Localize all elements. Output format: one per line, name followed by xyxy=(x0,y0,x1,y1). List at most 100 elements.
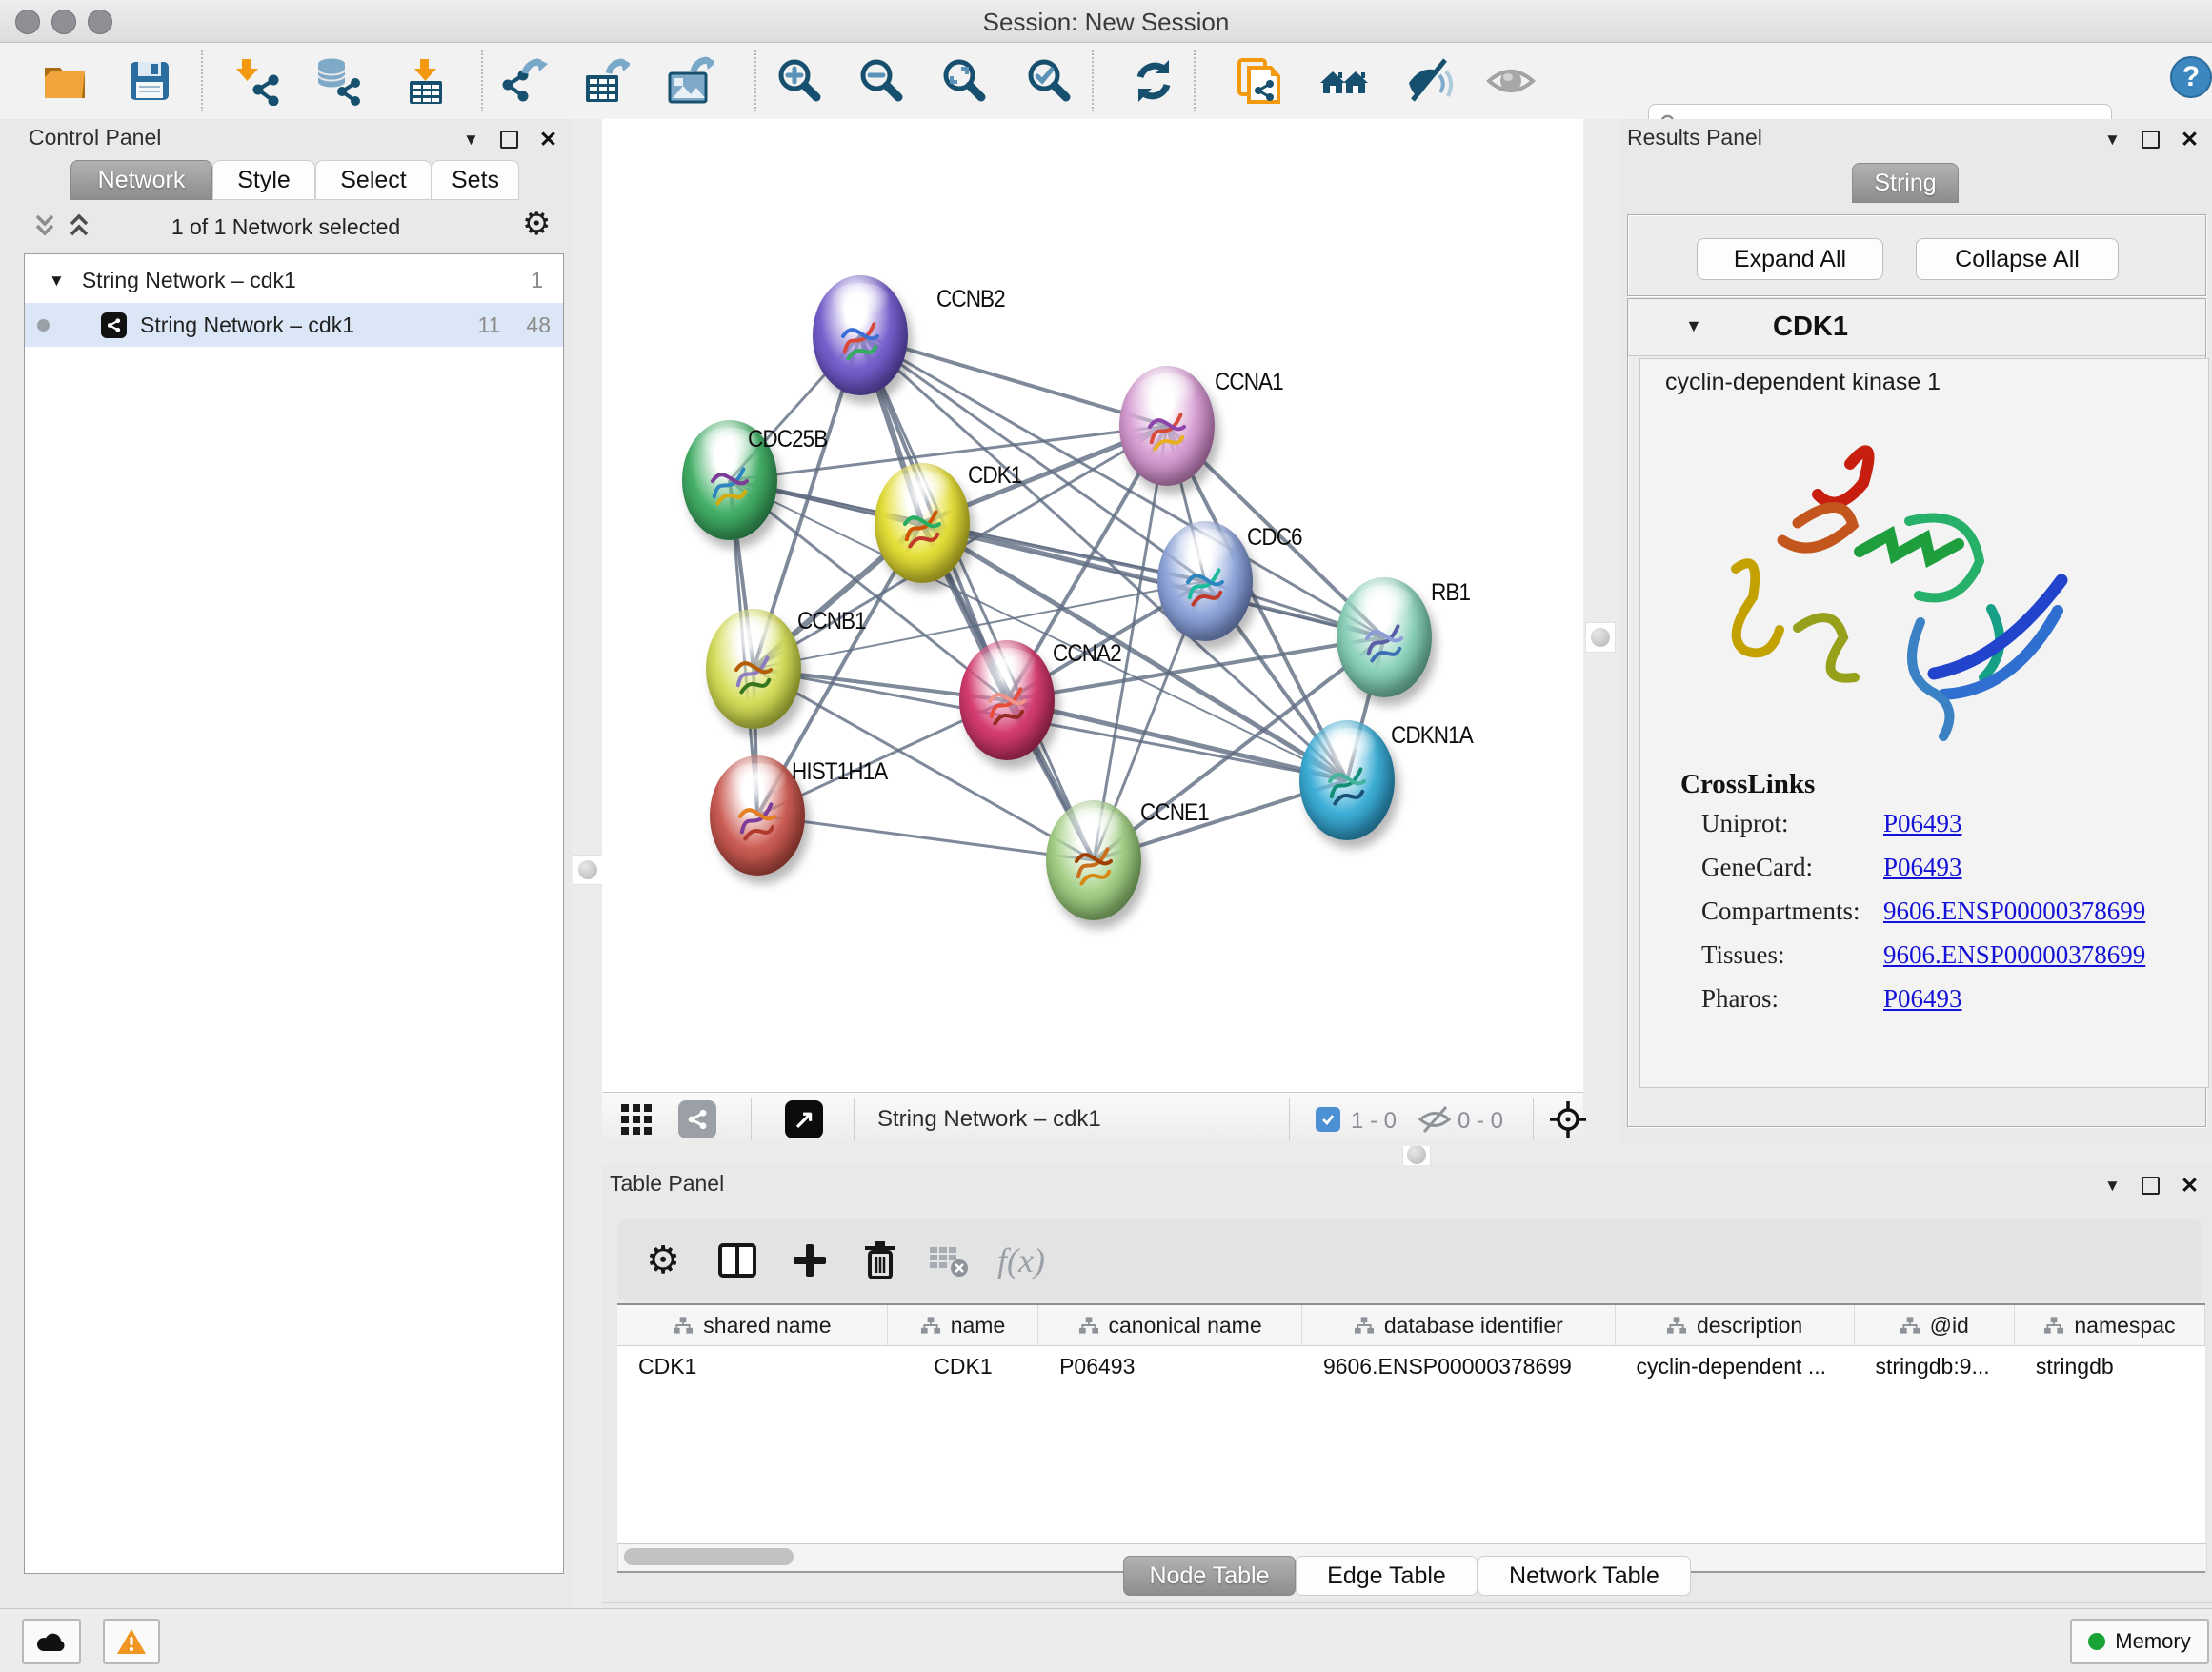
node-CDKN1A[interactable] xyxy=(1299,720,1395,840)
column-header-@id[interactable]: @id xyxy=(1855,1305,2015,1345)
expand-all-icon[interactable] xyxy=(67,212,91,244)
table-cell[interactable]: 9606.ENSP00000378699 xyxy=(1302,1346,1616,1386)
memory-button[interactable]: Memory xyxy=(2070,1619,2209,1664)
column-header-shared-name[interactable]: shared name xyxy=(617,1305,888,1345)
crosslink-link[interactable]: P06493 xyxy=(1883,853,1962,882)
collection-expander-icon[interactable]: ▼ xyxy=(49,272,65,291)
table-cell[interactable]: stringdb:9... xyxy=(1855,1346,2015,1386)
panel-close-icon[interactable]: ✕ xyxy=(2181,129,2199,151)
node-HIST1H1A[interactable] xyxy=(710,755,805,876)
node-table-grid[interactable]: shared name name canonical namedatabase id… xyxy=(617,1303,2205,1545)
node-CCNA2[interactable] xyxy=(959,640,1055,760)
zoom-fit-icon[interactable] xyxy=(938,54,992,108)
import-network-icon[interactable] xyxy=(231,54,284,108)
bottom-splitter[interactable] xyxy=(602,1145,2212,1165)
tab-select[interactable]: Select xyxy=(315,160,432,200)
panel-close-icon[interactable]: ✕ xyxy=(539,129,557,151)
node-CDC6[interactable] xyxy=(1157,521,1253,641)
zoom-selected-icon[interactable] xyxy=(1023,54,1076,108)
tab-network[interactable]: Network xyxy=(70,160,212,200)
node-RB1[interactable] xyxy=(1337,577,1432,697)
network-collection-row[interactable]: ▼ String Network – cdk1 1 xyxy=(25,258,563,303)
network-canvas[interactable]: CCNB2 CCNA1 CDC25B CDK1 CDC6 RB1 xyxy=(602,119,1583,1092)
panel-float-icon[interactable] xyxy=(2142,131,2160,149)
crosslink-link[interactable]: P06493 xyxy=(1883,984,1962,1014)
zoom-out-icon[interactable] xyxy=(855,54,909,108)
hide-unhide-icon[interactable] xyxy=(1401,54,1455,108)
network-view-toolbar: ↗ String Network – cdk1 1 - 0 0 - 0 xyxy=(602,1092,1583,1146)
column-header-namespac[interactable]: namespac xyxy=(2015,1305,2205,1345)
node-CCNB2[interactable] xyxy=(813,275,908,395)
section-expander-icon[interactable]: ▼ xyxy=(1685,316,1702,336)
selected-checkbox-icon[interactable] xyxy=(1316,1107,1340,1132)
right-splitter-grip[interactable] xyxy=(1585,622,1616,653)
edge-CDK1-RB1[interactable] xyxy=(922,523,1384,637)
show-grid-icon[interactable] xyxy=(620,1103,653,1140)
node-CCNB1[interactable] xyxy=(706,609,801,729)
crosslink-link[interactable]: 9606.ENSP00000378699 xyxy=(1883,896,2145,926)
export-image-icon[interactable] xyxy=(663,54,716,108)
protein-section-header[interactable]: ▼ CDK1 xyxy=(1628,299,2205,356)
warning-button[interactable] xyxy=(103,1619,160,1664)
network-view-share-icon[interactable] xyxy=(678,1100,716,1138)
delete-column-trash-icon[interactable] xyxy=(852,1219,909,1301)
cloud-button[interactable] xyxy=(22,1619,81,1664)
left-splitter-grip[interactable] xyxy=(573,855,603,885)
tab-edge-table[interactable]: Edge Table xyxy=(1296,1556,1478,1596)
table-cell[interactable]: CDK1 xyxy=(617,1346,888,1386)
expand-all-button[interactable]: Expand All xyxy=(1697,238,1883,280)
panel-menu-icon[interactable]: ▼ xyxy=(2104,131,2121,150)
panel-float-icon[interactable] xyxy=(2142,1177,2160,1195)
tab-style[interactable]: Style xyxy=(212,160,315,200)
panel-close-icon[interactable]: ✕ xyxy=(2181,1175,2199,1197)
left-splitter[interactable] xyxy=(572,119,602,1608)
save-session-icon[interactable] xyxy=(123,54,176,108)
column-header-canonical-name[interactable]: canonical name xyxy=(1038,1305,1302,1345)
column-header-description[interactable]: description xyxy=(1616,1305,1855,1345)
column-header-name[interactable]: name xyxy=(888,1305,1038,1345)
tab-sets[interactable]: Sets xyxy=(432,160,519,200)
crosslink-link[interactable]: P06493 xyxy=(1883,809,1962,838)
export-network-icon[interactable] xyxy=(496,54,550,108)
tab-network-table[interactable]: Network Table xyxy=(1478,1556,1691,1596)
edge-CCNB2-CCNE1[interactable] xyxy=(860,335,1094,860)
network-row-selected[interactable]: String Network – cdk1 11 48 xyxy=(25,303,563,347)
create-column-plus-icon[interactable] xyxy=(781,1219,838,1301)
edge-CCNA2-CDKN1A[interactable] xyxy=(1007,700,1347,780)
tab-string[interactable]: String xyxy=(1852,163,1959,203)
column-header-database-identifier[interactable]: database identifier xyxy=(1302,1305,1616,1345)
home-networks-icon[interactable] xyxy=(1317,54,1371,108)
help-icon[interactable]: ? xyxy=(2164,50,2212,104)
panel-float-icon[interactable] xyxy=(500,131,518,149)
node-CCNE1[interactable] xyxy=(1046,800,1141,920)
table-cell[interactable]: stringdb xyxy=(2015,1346,2205,1386)
edge-HIST1H1A-CCNE1[interactable] xyxy=(757,816,1094,860)
network-options-gear-icon[interactable]: ⚙ xyxy=(522,205,551,243)
table-cell[interactable]: CDK1 xyxy=(888,1346,1038,1386)
table-cell[interactable]: P06493 xyxy=(1038,1346,1302,1386)
open-session-icon[interactable] xyxy=(38,54,91,108)
table-options-gear-icon[interactable]: ⚙ xyxy=(634,1219,692,1301)
refresh-icon[interactable] xyxy=(1127,54,1180,108)
birds-eye-view-icon[interactable]: ↗ xyxy=(785,1100,823,1138)
right-splitter[interactable] xyxy=(1583,119,1619,1145)
table-data-row[interactable]: CDK1CDK1P064939606.ENSP00000378699cyclin… xyxy=(617,1346,2205,1386)
zoom-in-icon[interactable] xyxy=(774,54,827,108)
fit-selected-crosshair-icon[interactable] xyxy=(1550,1101,1586,1142)
panel-menu-icon[interactable]: ▼ xyxy=(2104,1177,2121,1196)
collapse-all-icon[interactable] xyxy=(32,212,57,244)
column-header-label: name xyxy=(951,1313,1006,1339)
tab-node-table[interactable]: Node Table xyxy=(1123,1556,1296,1596)
hidden-eye-icon[interactable] xyxy=(1418,1105,1452,1138)
import-network-from-database-icon[interactable] xyxy=(312,54,365,108)
clone-network-document-icon[interactable] xyxy=(1233,54,1286,108)
table-cell[interactable]: cyclin-dependent ... xyxy=(1616,1346,1855,1386)
collapse-all-button[interactable]: Collapse All xyxy=(1916,238,2119,280)
export-table-icon[interactable] xyxy=(578,54,632,108)
node-CDK1[interactable] xyxy=(875,463,970,583)
crosslink-link[interactable]: 9606.ENSP00000378699 xyxy=(1883,940,2145,970)
import-table-icon[interactable] xyxy=(398,54,452,108)
panel-menu-icon[interactable]: ▼ xyxy=(463,131,479,150)
node-CCNA1[interactable] xyxy=(1119,366,1215,486)
show-columns-icon[interactable] xyxy=(709,1219,766,1301)
